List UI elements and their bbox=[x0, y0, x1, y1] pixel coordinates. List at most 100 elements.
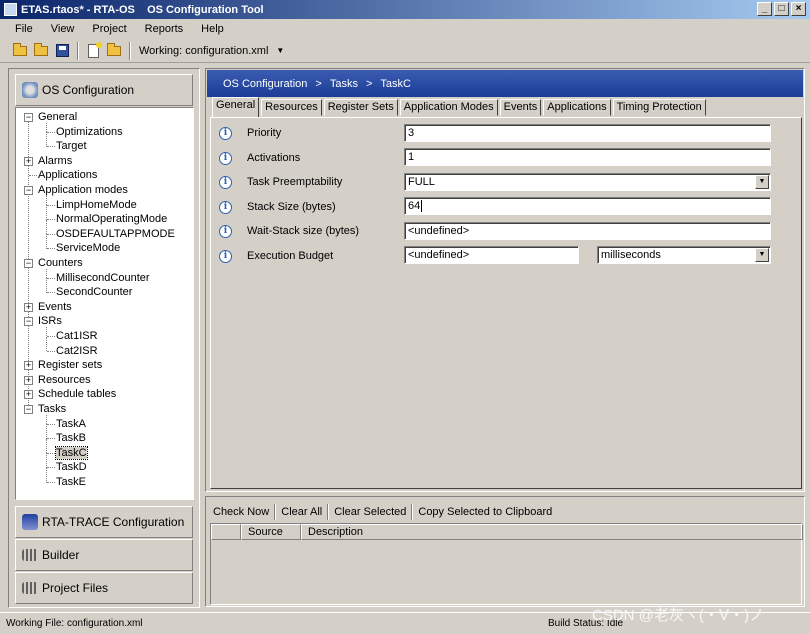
column-header-description[interactable]: Description bbox=[301, 524, 803, 540]
expand-icon[interactable]: + bbox=[24, 390, 33, 399]
chevron-down-icon[interactable]: ▼ bbox=[276, 46, 284, 55]
builder-header[interactable]: Builder bbox=[15, 539, 193, 571]
tab-events[interactable]: Events bbox=[500, 99, 542, 116]
column-header-blank[interactable] bbox=[211, 524, 241, 540]
tree-item-secondcounter[interactable]: SecondCounter bbox=[56, 285, 132, 300]
window-controls: _ □ × bbox=[757, 2, 806, 16]
info-icon[interactable]: i bbox=[219, 201, 232, 214]
column-header-source[interactable]: Source bbox=[241, 524, 301, 540]
tree-line bbox=[47, 482, 55, 483]
tree-item-cat2isr[interactable]: Cat2ISR bbox=[56, 344, 98, 359]
new-file-button[interactable] bbox=[83, 42, 103, 60]
tab-application-modes[interactable]: Application Modes bbox=[400, 99, 498, 116]
tree-line bbox=[46, 424, 47, 439]
tab-timing-protection[interactable]: Timing Protection bbox=[613, 99, 706, 116]
tree-item-label: SecondCounter bbox=[56, 286, 132, 298]
stack-size-field[interactable]: 64 bbox=[404, 197, 771, 215]
check-now-button[interactable]: Check Now bbox=[208, 506, 274, 518]
open-file-button[interactable] bbox=[104, 42, 124, 60]
expand-icon[interactable]: + bbox=[24, 376, 33, 385]
info-icon[interactable]: i bbox=[219, 127, 232, 140]
minimize-button[interactable]: _ bbox=[757, 2, 772, 16]
tree-item-osdefaultappmode[interactable]: OSDEFAULTAPPMODE bbox=[56, 227, 175, 242]
menu-view[interactable]: View bbox=[42, 23, 84, 35]
tree-line bbox=[47, 278, 55, 279]
tree-item-alarms[interactable]: Alarms bbox=[38, 154, 72, 169]
wait-stack-field[interactable]: <undefined> bbox=[404, 222, 771, 240]
tree-item-optimizations[interactable]: Optimizations bbox=[56, 125, 123, 140]
info-icon[interactable]: i bbox=[219, 250, 232, 263]
tree-item-applications[interactable]: Applications bbox=[38, 168, 97, 183]
tree-item-label: Optimizations bbox=[56, 126, 123, 138]
tree-item-cat1isr[interactable]: Cat1ISR bbox=[56, 329, 98, 344]
tree-item-taske[interactable]: TaskE bbox=[56, 475, 86, 490]
preemptability-select[interactable]: FULL ▼ bbox=[404, 173, 771, 191]
tree-line bbox=[46, 453, 47, 468]
tab-resources[interactable]: Resources bbox=[261, 99, 322, 116]
tree-item-isrs[interactable]: ISRs bbox=[38, 314, 62, 329]
tree-item-servicemode[interactable]: ServiceMode bbox=[56, 241, 120, 256]
tab-applications[interactable]: Applications bbox=[543, 99, 610, 116]
tree-item-events[interactable]: Events bbox=[38, 300, 72, 315]
info-icon[interactable]: i bbox=[219, 225, 232, 238]
tree-item-taskc[interactable]: TaskC bbox=[56, 446, 87, 461]
collapse-icon[interactable]: − bbox=[24, 113, 33, 122]
activations-field[interactable]: 1 bbox=[404, 148, 771, 166]
tab-register-sets[interactable]: Register Sets bbox=[324, 99, 398, 116]
close-button[interactable]: × bbox=[791, 2, 806, 16]
breadcrumb-separator: > bbox=[315, 78, 321, 90]
tree-item-taska[interactable]: TaskA bbox=[56, 417, 86, 432]
expand-icon[interactable]: + bbox=[24, 157, 33, 166]
collapse-icon[interactable]: − bbox=[24, 317, 33, 326]
expand-icon[interactable]: + bbox=[24, 303, 33, 312]
collapse-icon[interactable]: − bbox=[24, 259, 33, 268]
os-configuration-header[interactable]: OS Configuration bbox=[15, 74, 193, 106]
info-icon[interactable]: i bbox=[219, 152, 232, 165]
configuration-tree[interactable]: General−OptimizationsTargetAlarms+Applic… bbox=[15, 107, 194, 500]
copy-to-clipboard-button[interactable]: Copy Selected to Clipboard bbox=[413, 506, 557, 518]
check-results-list[interactable]: Source Description bbox=[210, 523, 802, 605]
tree-item-taskb[interactable]: TaskB bbox=[56, 431, 86, 446]
tab-general[interactable]: General bbox=[212, 97, 259, 117]
clear-selected-button[interactable]: Clear Selected bbox=[329, 506, 411, 518]
tree-item-resources[interactable]: Resources bbox=[38, 373, 91, 388]
breadcrumb-item-os-configuration[interactable]: OS Configuration bbox=[223, 78, 307, 90]
working-file-selector[interactable]: Working: configuration.xml bbox=[139, 45, 268, 57]
tree-item-tasks[interactable]: Tasks bbox=[38, 402, 66, 417]
tree-item-millisecondcounter[interactable]: MillisecondCounter bbox=[56, 271, 150, 286]
rta-trace-header[interactable]: RTA-TRACE Configuration bbox=[15, 506, 193, 538]
budget-unit-select[interactable]: milliseconds ▼ bbox=[597, 246, 771, 264]
tree-item-register-sets[interactable]: Register sets bbox=[38, 358, 102, 373]
collapse-icon[interactable]: − bbox=[24, 186, 33, 195]
maximize-button[interactable]: □ bbox=[774, 2, 789, 16]
menu-reports[interactable]: Reports bbox=[136, 23, 193, 35]
tree-line bbox=[29, 175, 37, 176]
menu-project[interactable]: Project bbox=[83, 23, 135, 35]
tree-item-target[interactable]: Target bbox=[56, 139, 87, 154]
expand-icon[interactable]: + bbox=[24, 361, 33, 370]
priority-field[interactable]: 3 bbox=[404, 124, 771, 142]
clear-all-button[interactable]: Clear All bbox=[276, 506, 327, 518]
tree-item-schedule-tables[interactable]: Schedule tables bbox=[38, 387, 116, 402]
breadcrumb-item-tasks[interactable]: Tasks bbox=[330, 78, 358, 90]
menu-help[interactable]: Help bbox=[192, 23, 233, 35]
tree-item-normaloperatingmode[interactable]: NormalOperatingMode bbox=[56, 212, 167, 227]
open-project-button[interactable] bbox=[31, 42, 51, 60]
execution-budget-field[interactable]: <undefined> bbox=[404, 246, 579, 264]
tree-item-general[interactable]: General bbox=[38, 110, 77, 125]
chevron-down-icon[interactable]: ▼ bbox=[755, 248, 769, 262]
tree-item-limphomemode[interactable]: LimpHomeMode bbox=[56, 198, 137, 213]
tree-item-counters[interactable]: Counters bbox=[38, 256, 83, 271]
save-button[interactable] bbox=[52, 42, 72, 60]
project-files-header[interactable]: Project Files bbox=[15, 572, 193, 604]
new-project-button[interactable] bbox=[10, 42, 30, 60]
project-files-label: Project Files bbox=[42, 581, 108, 595]
info-icon[interactable]: i bbox=[219, 176, 232, 189]
menu-file[interactable]: File bbox=[6, 23, 42, 35]
tree-item-taskd[interactable]: TaskD bbox=[56, 460, 87, 475]
tree-item-label: TaskE bbox=[56, 476, 86, 488]
tree-item-application-modes[interactable]: Application modes bbox=[38, 183, 128, 198]
chevron-down-icon[interactable]: ▼ bbox=[755, 175, 769, 189]
collapse-icon[interactable]: − bbox=[24, 405, 33, 414]
tree-item-label: Register sets bbox=[38, 359, 102, 371]
